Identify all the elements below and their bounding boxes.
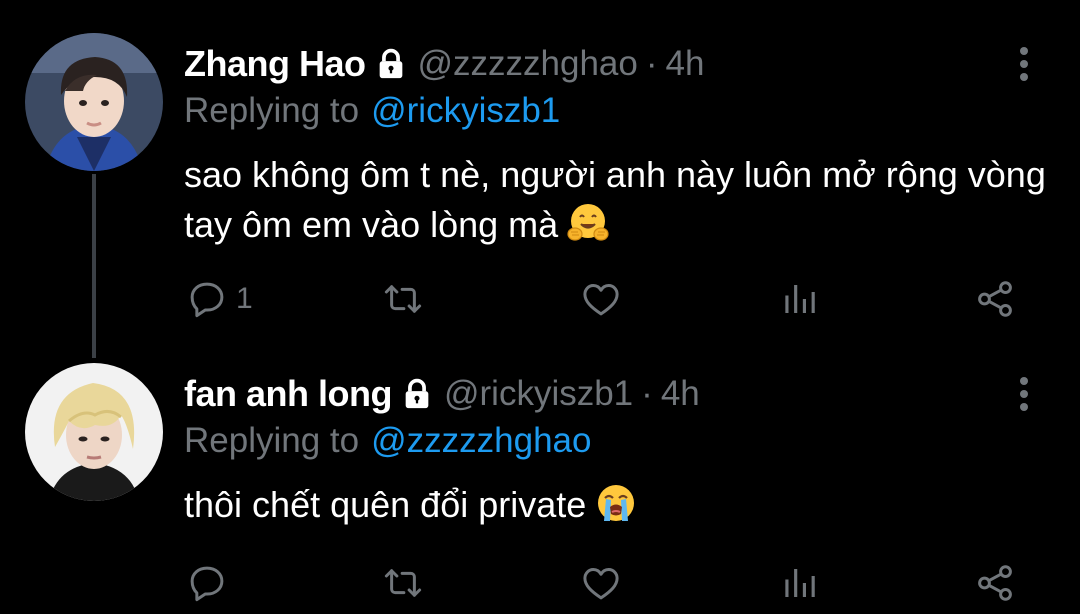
more-icon <box>1020 377 1028 411</box>
avatar[interactable] <box>25 363 163 501</box>
display-name[interactable]: Zhang Hao <box>184 43 366 85</box>
like-button[interactable] <box>580 556 622 610</box>
reply-count: 1 <box>236 282 253 315</box>
stats-button[interactable] <box>778 556 820 610</box>
user-handle[interactable]: @zzzzzhghao <box>418 44 638 84</box>
tweet[interactable]: Zhang Hao @zzzzzhghao · 4h Replying to @… <box>0 0 1080 358</box>
retweet-button[interactable] <box>382 556 424 610</box>
more-options-button[interactable] <box>1010 44 1038 84</box>
more-icon <box>1020 47 1028 81</box>
tweet-text: sao không ôm t nè, người anh này luôn mở… <box>184 150 1054 250</box>
more-options-button[interactable] <box>1010 374 1038 414</box>
stats-icon <box>785 569 815 597</box>
replying-to-handle[interactable]: @zzzzzhghao <box>371 421 591 461</box>
share-icon <box>978 565 1012 601</box>
share-icon <box>978 281 1012 317</box>
share-button[interactable] <box>974 272 1016 326</box>
tweet-header: fan anh long @rickyiszb1 · 4h <box>184 370 700 418</box>
loudly-crying-face-emoji <box>594 481 638 525</box>
reply-button[interactable] <box>186 556 236 610</box>
replying-to-label: Replying to <box>184 91 360 130</box>
hugging-face-emoji <box>566 201 610 245</box>
lock-icon <box>400 377 434 411</box>
replying-to-label: Replying to <box>184 421 360 460</box>
display-name[interactable]: fan anh long <box>184 373 392 415</box>
reply-button[interactable]: 1 <box>186 272 253 326</box>
tweet-text-content: sao không ôm t nè, người anh này luôn mở… <box>184 154 1046 245</box>
user-handle[interactable]: @rickyiszb1 <box>444 374 633 414</box>
stats-icon <box>785 285 815 313</box>
retweet-button[interactable] <box>382 272 424 326</box>
tweet[interactable]: fan anh long @rickyiszb1 · 4h Replying t… <box>0 330 1080 614</box>
replying-to-handle[interactable]: @rickyiszb1 <box>371 91 560 131</box>
tweet-text-content: thôi chết quên đổi private <box>184 484 587 525</box>
reply-icon <box>190 282 224 318</box>
separator-dot: · <box>645 44 658 83</box>
lock-icon <box>374 47 408 81</box>
reply-icon <box>190 566 224 602</box>
tweet-actions: 1 <box>0 272 1080 326</box>
timestamp[interactable]: 4h <box>666 44 705 84</box>
replying-to: Replying to @rickyiszb1 <box>184 88 560 134</box>
share-button[interactable] <box>974 556 1016 610</box>
avatar[interactable] <box>25 33 163 171</box>
replying-to: Replying to @zzzzzhghao <box>184 418 591 464</box>
timestamp[interactable]: 4h <box>661 374 700 414</box>
separator-dot: · <box>641 374 653 413</box>
tweet-text: thôi chết quên đổi private <box>184 480 1054 530</box>
tweet-actions <box>0 556 1080 610</box>
tweet-header: Zhang Hao @zzzzzhghao · 4h <box>184 40 704 88</box>
stats-button[interactable] <box>778 272 820 326</box>
like-icon <box>583 568 619 600</box>
retweet-icon <box>384 569 422 597</box>
like-icon <box>583 284 619 316</box>
like-button[interactable] <box>580 272 622 326</box>
retweet-icon <box>384 285 422 313</box>
